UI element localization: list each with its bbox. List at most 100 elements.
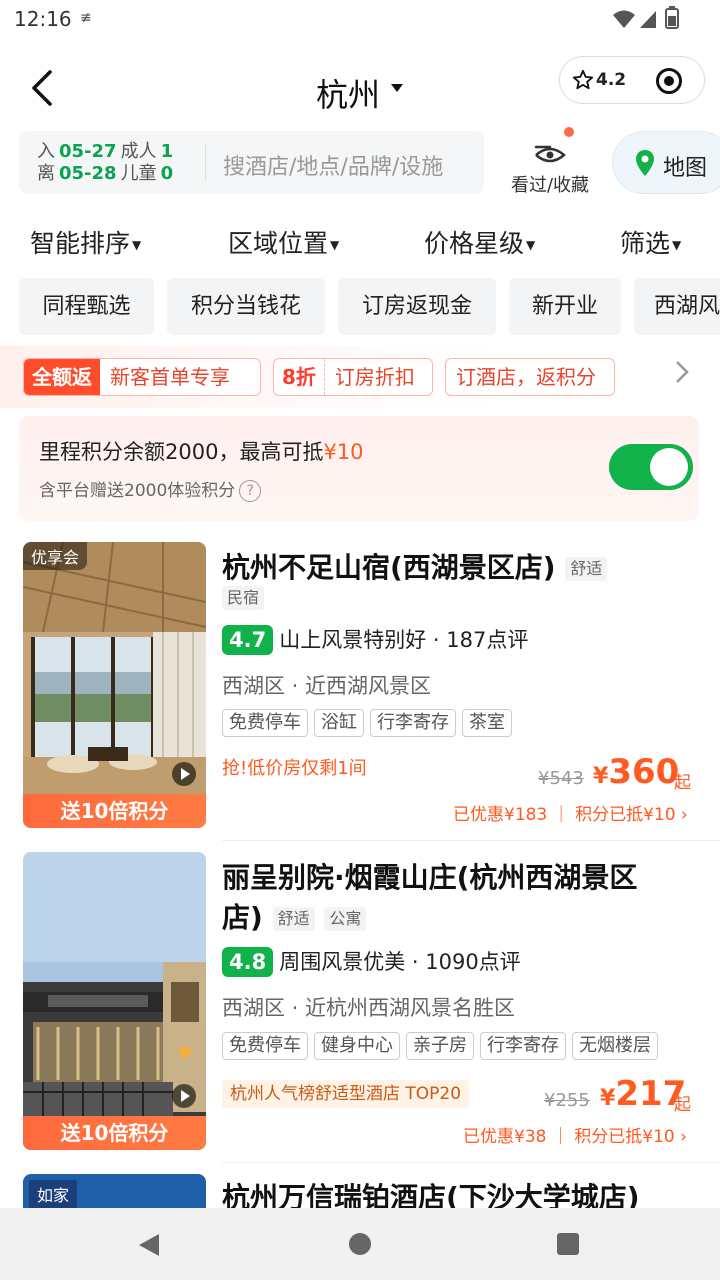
- points-amount: ¥10: [323, 440, 364, 464]
- discount-detail[interactable]: 已优惠¥38 ｜ 积分已抵¥10 ›: [463, 1122, 687, 1147]
- search-input[interactable]: 搜酒店/地点/品牌/设施: [223, 149, 443, 181]
- hotel-name[interactable]: 杭州不足山宿(西湖景区店) 舒适: [222, 548, 608, 588]
- points-toggle[interactable]: [609, 444, 693, 490]
- original-price: ¥255: [544, 1090, 590, 1111]
- hotel-location: 西湖区 · 近杭州西湖风景名胜区: [222, 996, 516, 1020]
- help-icon[interactable]: ?: [239, 480, 262, 502]
- home-nav-icon[interactable]: [348, 1232, 372, 1256]
- tag-chip[interactable]: 西湖风: [634, 278, 720, 335]
- price-from: 起: [674, 1095, 691, 1115]
- hotel-card[interactable]: 优享会 送10倍积分 杭州不足山宿(西湖景区店) 舒适 民宿 4.7 山上风景特别…: [0, 542, 720, 841]
- promo-row: 全额返 新客首单专享 8折 订房折扣 订酒店，返积分: [0, 346, 720, 408]
- review-comment: 周围风景优美: [279, 950, 406, 974]
- facility-row: 免费停车 浴缸 行李寄存 茶室: [222, 709, 518, 737]
- tag-chip[interactable]: 新开业: [509, 278, 621, 335]
- back-arrow-icon[interactable]: [28, 68, 56, 108]
- notification-dot: [564, 127, 574, 137]
- review-count: · 187点评: [432, 628, 529, 652]
- promo-chip-discount[interactable]: 8折 订房折扣: [273, 358, 433, 396]
- hotel-name-text: 店): [222, 901, 263, 934]
- points-note: 含平台赠送2000体验积分?: [39, 476, 262, 502]
- toggle-knob: [650, 448, 688, 486]
- caret-down-icon: ▼: [330, 238, 340, 252]
- favorites-button[interactable]: 看过/收藏: [504, 127, 596, 197]
- caret-down-icon[interactable]: [391, 84, 403, 94]
- price-value: 360: [608, 752, 680, 792]
- back-nav-icon[interactable]: [137, 1232, 161, 1258]
- hotel-card[interactable]: 如家 杭州万信瑞铂酒店(下沙大学城店): [0, 1174, 720, 1208]
- map-button[interactable]: 地图: [612, 131, 720, 194]
- miniapp-capsule[interactable]: 4.2: [559, 56, 705, 104]
- hotel-photo[interactable]: 如家: [23, 1174, 206, 1208]
- facility-tag: 健身中心: [314, 1032, 400, 1060]
- quick-filter-row: 同程甄选 积分当钱花 订房返现金 新开业 西湖风: [0, 278, 720, 336]
- hotel-photo[interactable]: 优享会 送10倍积分: [23, 542, 206, 828]
- review-count: · 1090点评: [411, 950, 521, 974]
- price: ¥360: [593, 752, 679, 792]
- signal-icon: [640, 11, 656, 28]
- divider: [205, 145, 206, 181]
- currency: ¥: [593, 764, 609, 789]
- points-card: 里程积分余额2000，最高可抵¥10 含平台赠送2000体验积分?: [19, 416, 699, 521]
- sync-icon: ≢: [80, 10, 92, 26]
- play-icon[interactable]: [172, 762, 196, 786]
- score-row: 4.7 山上风景特别好 · 187点评: [222, 624, 528, 655]
- battery-icon: [665, 6, 679, 29]
- tag-chip[interactable]: 积分当钱花: [167, 278, 325, 335]
- promo-chip-points[interactable]: 订酒店，返积分: [445, 358, 615, 396]
- points-note-text: 含平台赠送2000体验积分: [39, 481, 236, 501]
- city-selector[interactable]: 杭州: [316, 70, 380, 116]
- search-bar[interactable]: 入 05-27 成人 1 离 05-28 儿童 0 搜酒店/地点/品牌/设施: [19, 131, 484, 194]
- bonus-banner: 送10倍积分: [23, 794, 206, 828]
- score-badge: 4.7: [222, 625, 274, 655]
- promo-chip-newuser[interactable]: 全额返 新客首单专享: [23, 358, 261, 396]
- brand-badge: 如家: [29, 1180, 78, 1208]
- scarcity-alert: 抢!低价房仅剩1间: [222, 758, 367, 779]
- status-time: 12:16: [14, 7, 72, 31]
- hotel-photo[interactable]: 送10倍积分: [23, 852, 206, 1150]
- hotel-name[interactable]: 杭州万信瑞铂酒店(下沙大学城店): [222, 1178, 640, 1208]
- adult-label: 成人: [120, 141, 157, 162]
- hotel-name[interactable]: 店) 舒适 公寓: [222, 898, 367, 938]
- sort-filter-label: 筛选: [620, 229, 671, 258]
- promo-text: 订酒店，返积分: [456, 365, 596, 389]
- recents-nav-icon[interactable]: [556, 1232, 580, 1256]
- star-icon[interactable]: [572, 69, 594, 91]
- hotel-name-line1[interactable]: 丽呈别院·烟霞山庄(杭州西湖景区: [222, 858, 637, 898]
- promo-text: 订房折扣: [334, 365, 415, 389]
- score-badge: 4.8: [222, 947, 274, 977]
- sort-bar: 智能排序 ▼ 区域位置 ▼ 价格星级 ▼ 筛选 ▼: [0, 210, 720, 270]
- tag-chip[interactable]: 同程甄选: [19, 278, 154, 335]
- checkout-label: 离: [37, 163, 55, 184]
- review-comment: 山上风景特别好: [279, 628, 427, 652]
- sort-price[interactable]: 价格星级 ▼: [424, 224, 535, 260]
- sort-filter[interactable]: 筛选 ▼: [620, 224, 681, 260]
- score-row: 4.8 周围风景优美 · 1090点评: [222, 946, 521, 977]
- sort-smart[interactable]: 智能排序 ▼: [30, 224, 141, 260]
- sort-area[interactable]: 区域位置 ▼: [228, 224, 339, 260]
- status-bar: 12:16 ≢: [0, 0, 720, 40]
- play-icon[interactable]: [172, 1084, 196, 1108]
- hotel-type-tag: 舒适: [565, 557, 608, 581]
- hotel-name-text: 杭州不足山宿(西湖景区店): [222, 551, 556, 584]
- facility-tag: 免费停车: [222, 709, 308, 737]
- ranking-badge[interactable]: 杭州人气榜舒适型酒店 TOP20: [222, 1080, 470, 1108]
- facility-tag: 浴缸: [314, 709, 364, 737]
- checkin-label: 入: [37, 141, 55, 162]
- facility-tag: 免费停车: [222, 1032, 308, 1060]
- target-icon[interactable]: [656, 68, 682, 94]
- points-balance: 里程积分余额2000，最高可抵¥10: [39, 436, 364, 466]
- currency: ¥: [600, 1086, 616, 1111]
- sort-price-label: 价格星级: [424, 229, 525, 258]
- points-text: 里程积分余额2000，最高可抵: [39, 440, 324, 464]
- chevron-right-icon[interactable]: [675, 360, 689, 384]
- discount-detail[interactable]: 已优惠¥183 ｜ 积分已抵¥10 ›: [453, 800, 688, 825]
- hotel-card[interactable]: 送10倍积分 丽呈别院·烟霞山庄(杭州西湖景区 店) 舒适 公寓 4.8 周围风景…: [0, 852, 720, 1163]
- tag-chip[interactable]: 订房返现金: [338, 278, 496, 335]
- favorites-label: 看过/收藏: [510, 175, 590, 196]
- promo-badge: 全额返: [24, 359, 100, 395]
- map-pin-icon: [636, 150, 654, 176]
- date-guest-block[interactable]: 入 05-27 成人 1 离 05-28 儿童 0: [37, 141, 177, 185]
- system-nav-bar: [0, 1208, 720, 1280]
- facility-tag: 亲子房: [406, 1032, 474, 1060]
